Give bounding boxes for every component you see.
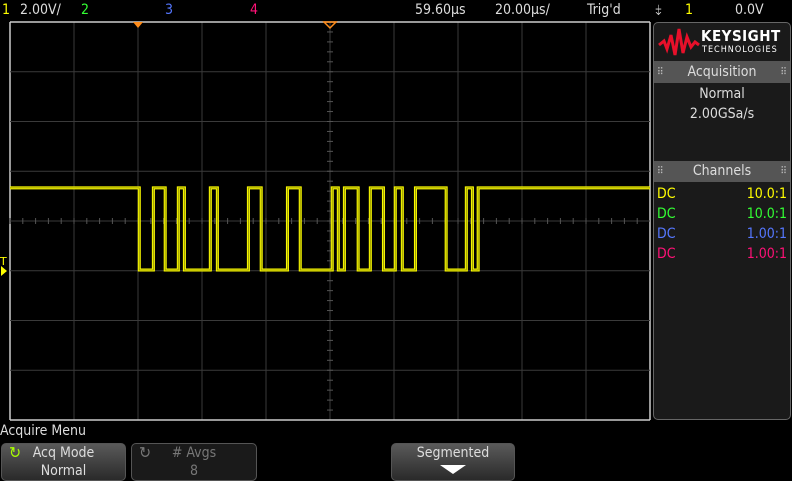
waveform-display[interactable]: T <box>0 21 652 421</box>
time-delay[interactable]: 59.60µs <box>415 2 466 18</box>
trigger-status: Trig'd <box>587 2 621 18</box>
channels-header[interactable]: Channels <box>654 161 790 182</box>
acquisition-info: Normal 2.00GSa/s <box>654 83 790 161</box>
trigger-source[interactable]: 1 <box>685 2 693 18</box>
arrow-down-icon <box>440 465 466 474</box>
coupling: DC <box>657 226 676 242</box>
ch1-label[interactable]: 1 <box>2 2 10 18</box>
avgs-softkey[interactable]: ↻ # Avgs 8 <box>131 443 257 481</box>
segmented-label: Segmented <box>416 445 490 461</box>
brand-sub: TECHNOLOGIES <box>702 45 778 55</box>
acq-mode: Normal <box>699 86 745 102</box>
menu-title: Acquire Menu <box>0 423 86 439</box>
keysight-logo: KEYSIGHT TECHNOLOGIES <box>654 23 790 62</box>
coupling: DC <box>657 246 676 262</box>
keysight-wave-icon <box>658 28 700 56</box>
channel-row-4[interactable]: DC 1.00:1 <box>654 244 790 264</box>
side-panel: KEYSIGHT TECHNOLOGIES Acquisition Normal… <box>653 22 791 420</box>
channel-row-1[interactable]: DC 10.0:1 <box>654 184 790 204</box>
segmented-softkey[interactable]: Segmented <box>391 443 515 481</box>
ch1-ground-marker[interactable]: T <box>0 255 7 276</box>
trigger-level[interactable]: 0.0V <box>735 2 764 18</box>
ch3-label[interactable]: 3 <box>165 2 173 18</box>
graticule <box>9 21 651 421</box>
channel-row-3[interactable]: DC 1.00:1 <box>654 224 790 244</box>
rotate-knob-icon: ↻ <box>9 443 22 462</box>
status-bar: 1 2.00V/ 2 3 4 59.60µs 20.00µs/ Trig'd ⤈… <box>0 0 792 21</box>
sample-rate: 2.00GSa/s <box>689 106 755 122</box>
coupling: DC <box>657 206 676 222</box>
ch2-label[interactable]: 2 <box>81 2 89 18</box>
acq-mode-softkey[interactable]: ↻ Acq Mode Normal <box>1 443 126 481</box>
probe-ratio: 10.0:1 <box>746 206 787 222</box>
acq-mode-value: Normal <box>40 463 87 479</box>
acquisition-header[interactable]: Acquisition <box>654 62 790 83</box>
falling-edge-icon: ⤈ <box>655 2 662 18</box>
trigger-position-marker[interactable] <box>133 22 143 28</box>
rotate-knob-icon: ↻ <box>139 443 152 462</box>
probe-ratio: 1.00:1 <box>746 226 787 242</box>
probe-ratio: 10.0:1 <box>746 186 787 202</box>
time-scale[interactable]: 20.00µs/ <box>495 2 550 18</box>
ch4-label[interactable]: 4 <box>250 2 258 18</box>
probe-ratio: 1.00:1 <box>746 246 787 262</box>
brand-name: KEYSIGHT <box>701 27 781 45</box>
channel-row-2[interactable]: DC 10.0:1 <box>654 204 790 224</box>
coupling: DC <box>657 186 676 202</box>
ch1-scale[interactable]: 2.00V/ <box>20 2 61 18</box>
avgs-value: 8 <box>189 463 198 479</box>
